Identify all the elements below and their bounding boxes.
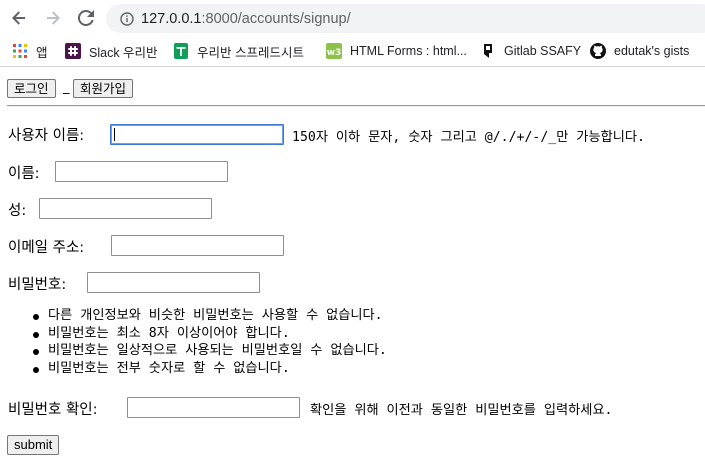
- password-confirm-label: 비밀번호 확인:: [8, 402, 98, 418]
- signup-button[interactable]: 회원가입: [73, 79, 134, 98]
- sheets-icon: [174, 43, 188, 59]
- password-input[interactable]: [87, 272, 260, 293]
- last-name-label: 성:: [8, 203, 27, 219]
- username-label: 사용자 이름:: [8, 128, 85, 144]
- arrow-right-icon: [47, 11, 60, 25]
- bookmark-label: edutak's gists: [614, 44, 690, 58]
- w3schools-icon: w3: [326, 43, 342, 59]
- url-host: 127.0.0.1: [141, 10, 202, 27]
- bookmark-label: 우리반 스프레드시트: [197, 45, 304, 60]
- back-button[interactable]: [9, 8, 29, 28]
- nav-separator: _: [63, 80, 70, 95]
- bullet: [33, 349, 39, 355]
- bullet: [33, 366, 39, 373]
- username-input[interactable]: [110, 124, 284, 145]
- submit-button[interactable]: submit: [7, 435, 60, 455]
- bookmark-gitlab[interactable]: Gitlab SSAFY: [480, 41, 581, 61]
- browser-toolbar: 127.0.0.1:8000/accounts/signup/: [0, 0, 705, 37]
- bullet: [33, 331, 39, 338]
- email-input[interactable]: [111, 235, 284, 256]
- password-confirm-help-text: 확인을 위해 이전과 동일한 비밀번호를 입력하세요.: [310, 403, 613, 418]
- list-item: 다른 개인정보와 비슷한 비밀번호는 사용할 수 없습니다.: [0, 307, 387, 325]
- horizontal-rule: [7, 105, 705, 107]
- bookmarks-bar: 앱 Slack 우리반 우리반 스프레드시트 w3 HTML Forms : h…: [0, 37, 705, 65]
- password-rules-list: 다른 개인정보와 비슷한 비밀번호는 사용할 수 없습니다. 비밀번호는 최소 …: [0, 307, 387, 377]
- list-item: 비밀번호는 일상적으로 사용되는 비밀번호일 수 없습니다.: [0, 342, 387, 360]
- bookmark-html-forms[interactable]: w3 HTML Forms : html...: [326, 41, 467, 61]
- list-item: 비밀번호는 전부 숫자로 할 수 없습니다.: [0, 360, 387, 378]
- text-caret: [114, 128, 115, 141]
- reload-button[interactable]: [76, 8, 96, 28]
- bookmark-label: HTML Forms : html...: [350, 44, 467, 58]
- bookmark-label: Gitlab SSAFY: [504, 44, 582, 58]
- email-label: 이메일 주소:: [8, 240, 85, 256]
- bookmark-label: 앱: [36, 45, 48, 60]
- svg-text:w3: w3: [327, 48, 342, 58]
- url-path: :8000/accounts/signup/: [201, 10, 351, 27]
- forward-button[interactable]: [43, 8, 63, 28]
- info-icon[interactable]: [119, 11, 135, 27]
- gitlab-icon: [484, 44, 492, 58]
- last-name-input[interactable]: [39, 198, 212, 219]
- password-rule-text: 다른 개인정보와 비슷한 비밀번호는 사용할 수 없습니다.: [48, 308, 383, 323]
- password-rule-text: 비밀번호는 최소 8자 이상이어야 합니다.: [48, 325, 290, 341]
- first-name-label: 이름:: [8, 166, 40, 182]
- signup-page: 로그인 _ 회원가입 사용자 이름: 150자 이하 문자, 숫자 그리고 @/…: [0, 67, 705, 466]
- password-rule-text: 비밀번호는 일상적으로 사용되는 비밀번호일 수 없습니다.: [48, 343, 387, 358]
- bookmark-spreadsheet[interactable]: 우리반 스프레드시트: [173, 41, 304, 61]
- bullet: [33, 314, 39, 320]
- slack-icon: [65, 43, 81, 59]
- bookmark-apps[interactable]: 앱: [12, 41, 48, 61]
- username-help-text: 150자 이하 문자, 숫자 그리고 @/./+/-/_만 가능합니다.: [292, 130, 645, 145]
- password-rule-text: 비밀번호는 전부 숫자로 할 수 없습니다.: [48, 360, 290, 376]
- password-confirm-input[interactable]: [127, 397, 300, 418]
- list-item: 비밀번호는 최소 8자 이상이어야 합니다.: [0, 325, 387, 343]
- first-name-input[interactable]: [55, 161, 228, 182]
- github-icon: [590, 43, 606, 59]
- login-button[interactable]: 로그인: [7, 79, 56, 98]
- password-label: 비밀번호:: [8, 277, 67, 293]
- url-text: 127.0.0.1:8000/accounts/signup/: [141, 11, 351, 27]
- address-bar[interactable]: 127.0.0.1:8000/accounts/signup/: [106, 4, 705, 33]
- reload-icon: [78, 10, 94, 26]
- arrow-left-icon: [12, 11, 25, 25]
- apps-grid-icon: [13, 44, 27, 58]
- bookmark-gists[interactable]: edutak's gists: [590, 41, 689, 61]
- bookmark-label: Slack 우리반: [89, 45, 158, 60]
- bookmark-slack[interactable]: Slack 우리반: [65, 41, 158, 61]
